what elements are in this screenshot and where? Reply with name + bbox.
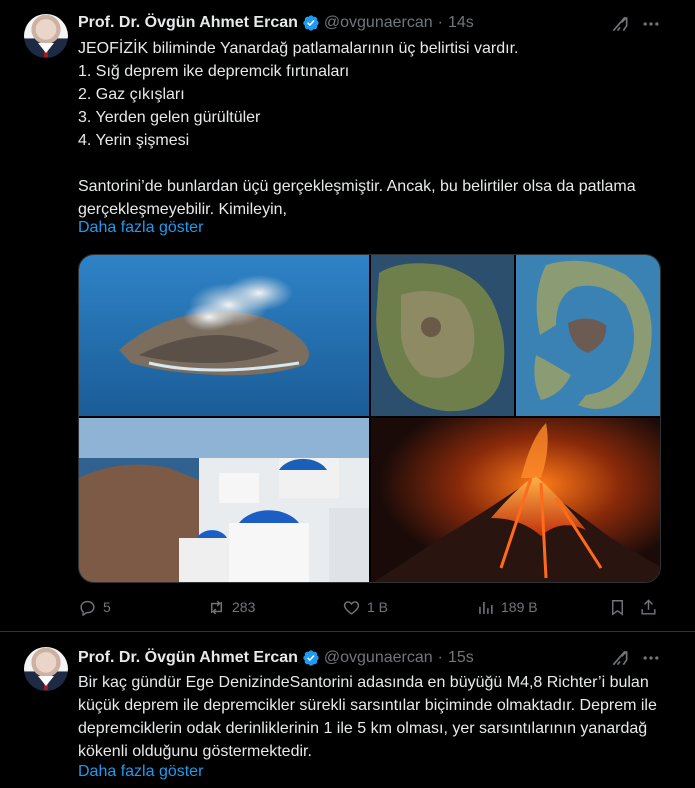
tweet-time[interactable]: 14s xyxy=(448,14,474,32)
reply-count: 5 xyxy=(103,599,111,615)
view-count: 189 B xyxy=(501,599,538,615)
share-button[interactable] xyxy=(639,596,664,618)
reply-icon xyxy=(80,600,95,616)
share-icon xyxy=(641,598,656,615)
tweet-header: Prof. Dr. Övgün Ahmet Ercan @ovgunaercan… xyxy=(78,647,474,669)
bookmark-button[interactable] xyxy=(608,596,633,618)
caldera-satellite-photo[interactable] xyxy=(516,255,660,416)
author-avatar[interactable] xyxy=(24,647,68,691)
heart-icon xyxy=(343,600,360,615)
verified-badge-icon[interactable] xyxy=(302,14,320,32)
like-count: 1 B xyxy=(367,599,389,615)
verified-badge-icon[interactable] xyxy=(302,649,320,667)
more-options-icon[interactable] xyxy=(641,648,661,668)
separator: · xyxy=(437,14,443,31)
media-grid[interactable] xyxy=(78,254,661,583)
tweet-time[interactable]: 15s xyxy=(448,649,474,667)
like-button[interactable]: 1 B xyxy=(342,596,388,618)
author-handle[interactable]: @ovgunaercan xyxy=(324,14,433,32)
more-options-icon[interactable] xyxy=(641,14,661,34)
repost-icon xyxy=(211,600,222,614)
show-more-link[interactable]: Daha fazla göster xyxy=(78,763,203,781)
separator: · xyxy=(437,649,443,666)
views-button[interactable]: 189 B xyxy=(476,596,538,618)
grok-icon[interactable] xyxy=(610,648,630,668)
erupting-volcano-photo[interactable] xyxy=(371,418,660,582)
reply-button[interactable]: 5 xyxy=(78,596,111,618)
author-handle[interactable]: @ovgunaercan xyxy=(324,649,433,667)
tweet-1[interactable]: Prof. Dr. Övgün Ahmet Ercan @ovgunaercan… xyxy=(0,0,695,632)
volcanic-island-smoke-photo[interactable] xyxy=(79,255,369,416)
tweet-text: JEOFİZİK biliminde Yanardağ patlamaların… xyxy=(78,40,636,218)
repost-button[interactable]: 283 xyxy=(207,596,255,618)
grok-icon[interactable] xyxy=(610,14,630,34)
santorini-village-photo[interactable] xyxy=(79,418,369,582)
author-avatar[interactable] xyxy=(24,14,68,58)
tweet-header: Prof. Dr. Övgün Ahmet Ercan @ovgunaercan… xyxy=(78,12,474,34)
repost-count: 283 xyxy=(232,599,256,615)
island-satellite-photo[interactable] xyxy=(371,255,514,416)
show-more-link[interactable]: Daha fazla göster xyxy=(78,219,203,237)
author-name[interactable]: Prof. Dr. Övgün Ahmet Ercan xyxy=(78,649,298,667)
views-chart-icon xyxy=(479,601,493,614)
tweet-actions: 5 283 1 B 189 B xyxy=(78,596,661,618)
tweet-2[interactable]: Prof. Dr. Övgün Ahmet Ercan @ovgunaercan… xyxy=(0,633,695,788)
author-name[interactable]: Prof. Dr. Övgün Ahmet Ercan xyxy=(78,14,298,32)
tweet-text: Bir kaç gündür Ege DenizindeSantorini ad… xyxy=(78,674,662,760)
bookmark-icon xyxy=(612,599,623,616)
